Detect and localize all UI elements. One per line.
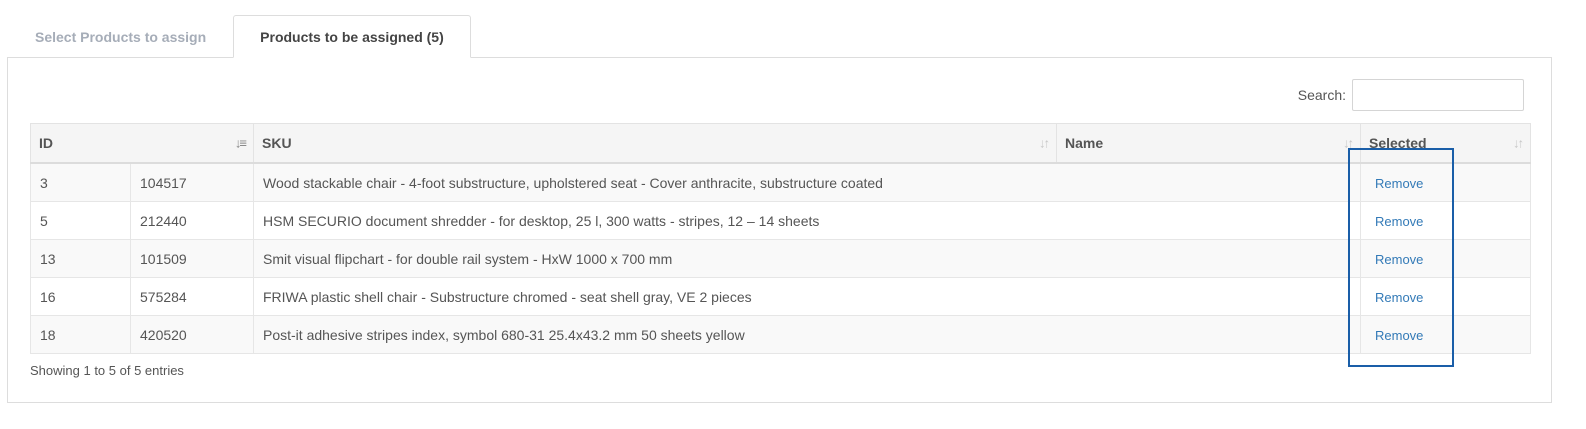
sort-both-icon: ↓↑ [1039, 135, 1050, 151]
table-body: 3 104517 Wood stackable chair - 4-foot s… [30, 162, 1531, 354]
cell-sku: 420520 [130, 315, 254, 354]
table-info: Showing 1 to 5 of 5 entries [30, 363, 184, 378]
remove-link[interactable]: Remove [1375, 252, 1423, 267]
products-table: ID ↓≡ SKU ↓↑ Name ↓↑ Selected ↓↑ 3 10451… [30, 123, 1531, 354]
cell-action: Remove [1360, 315, 1531, 354]
sort-both-icon: ↓↑ [1343, 135, 1354, 151]
cell-id: 3 [30, 162, 131, 202]
sort-both-icon: ↓↑ [1513, 135, 1524, 151]
cell-name: Wood stackable chair - 4-foot substructu… [253, 162, 1361, 202]
cell-name: HSM SECURIO document shredder - for desk… [253, 201, 1361, 240]
table-row: 5 212440 HSM SECURIO document shredder -… [30, 201, 1531, 240]
cell-name: Post-it adhesive stripes index, symbol 6… [253, 315, 1361, 354]
tab-products-to-be-assigned[interactable]: Products to be assigned (5) [233, 15, 471, 58]
remove-link[interactable]: Remove [1375, 290, 1423, 305]
tab-bar: Select Products to assign Products to be… [8, 15, 471, 58]
search-input[interactable] [1352, 79, 1524, 111]
column-header-sku[interactable]: SKU ↓↑ [253, 123, 1057, 164]
tab-panel: Search: ID ↓≡ SKU ↓↑ Name ↓↑ Selected ↓↑… [7, 57, 1552, 403]
remove-link[interactable]: Remove [1375, 214, 1423, 229]
cell-action: Remove [1360, 162, 1531, 202]
cell-id: 13 [30, 239, 131, 278]
cell-name: Smit visual flipchart - for double rail … [253, 239, 1361, 278]
cell-action: Remove [1360, 239, 1531, 278]
cell-id: 5 [30, 201, 131, 240]
cell-action: Remove [1360, 201, 1531, 240]
cell-name: FRIWA plastic shell chair - Substructure… [253, 277, 1361, 316]
sort-amount-asc-icon: ↓≡ [234, 135, 247, 151]
cell-id: 18 [30, 315, 131, 354]
tab-select-products[interactable]: Select Products to assign [8, 16, 233, 58]
column-header-name[interactable]: Name ↓↑ [1056, 123, 1361, 164]
search-label: Search: [1297, 87, 1346, 103]
cell-action: Remove [1360, 277, 1531, 316]
cell-sku: 104517 [130, 162, 254, 202]
table-row: 18 420520 Post-it adhesive stripes index… [30, 315, 1531, 354]
column-header-id[interactable]: ID ↓≡ [30, 123, 254, 164]
table-row: 16 575284 FRIWA plastic shell chair - Su… [30, 277, 1531, 316]
table-row: 13 101509 Smit visual flipchart - for do… [30, 239, 1531, 278]
table-row: 3 104517 Wood stackable chair - 4-foot s… [30, 162, 1531, 202]
column-header-selected[interactable]: Selected ↓↑ [1360, 123, 1531, 164]
cell-sku: 101509 [130, 239, 254, 278]
search-box: Search: [1298, 79, 1524, 111]
remove-link[interactable]: Remove [1375, 328, 1423, 343]
cell-id: 16 [30, 277, 131, 316]
cell-sku: 212440 [130, 201, 254, 240]
remove-link[interactable]: Remove [1375, 176, 1423, 191]
cell-sku: 575284 [130, 277, 254, 316]
table-header-row: ID ↓≡ SKU ↓↑ Name ↓↑ Selected ↓↑ [30, 123, 1531, 164]
